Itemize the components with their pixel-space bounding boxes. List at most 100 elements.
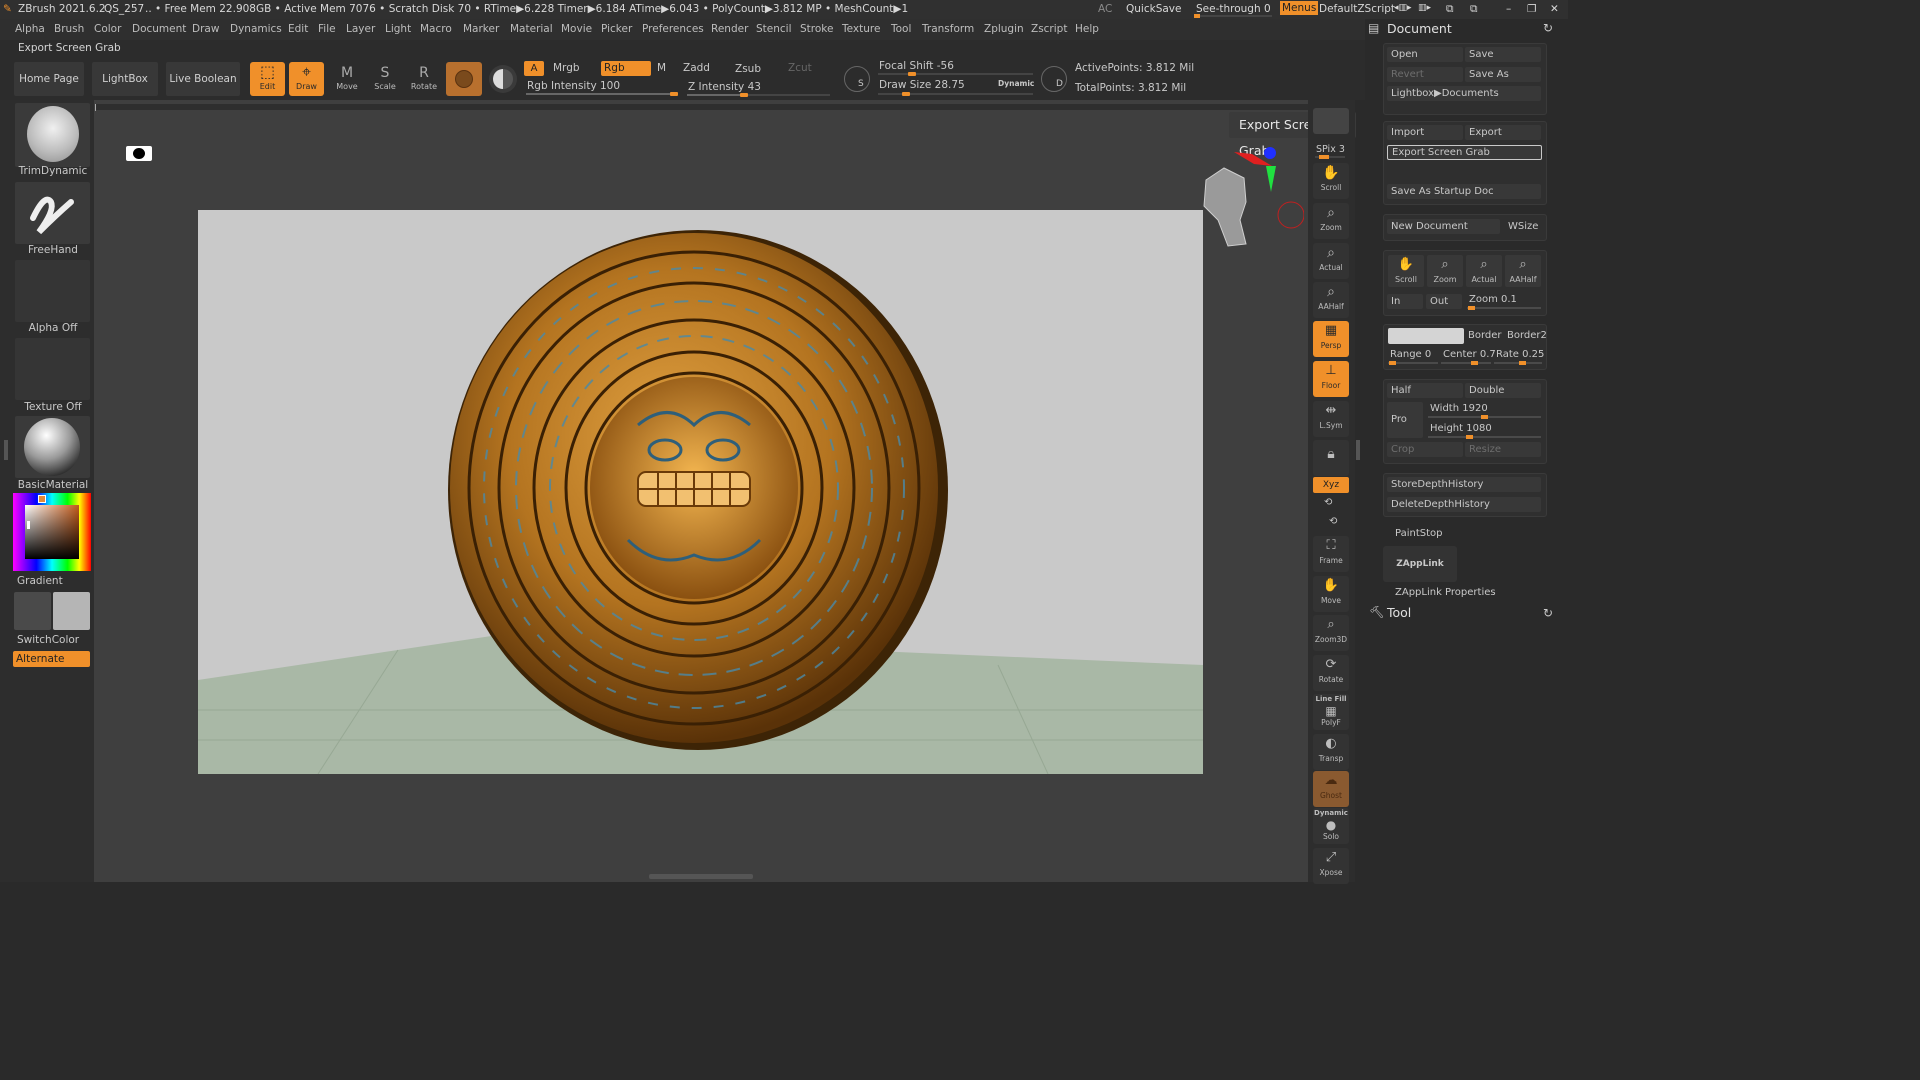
draw-size-toggle-icon[interactable]: D <box>1041 66 1067 92</box>
save-button[interactable]: Save <box>1465 47 1541 62</box>
half-button[interactable]: Half <box>1387 383 1463 398</box>
hue-marker[interactable] <box>38 495 46 503</box>
xpose-button[interactable]: ⤢ Xpose <box>1313 848 1349 884</box>
menu-file[interactable]: File <box>318 23 336 35</box>
center-slider-knob[interactable] <box>1471 361 1478 365</box>
color-saturation-square[interactable] <box>25 505 79 559</box>
menu-zplugin[interactable]: Zplugin <box>984 23 1024 35</box>
doc-scroll-button[interactable]: ✋ Scroll <box>1388 255 1424 287</box>
back-color-swatch[interactable] <box>1388 328 1464 344</box>
delete-depth-history-button[interactable]: DeleteDepthHistory <box>1387 497 1541 512</box>
focal-shift-knob[interactable] <box>908 72 916 76</box>
draw-size-knob[interactable] <box>902 92 910 96</box>
store-depth-history-button[interactable]: StoreDepthHistory <box>1387 477 1541 492</box>
open-button[interactable]: Open <box>1387 47 1463 62</box>
menus-button[interactable]: Menus <box>1280 1 1319 15</box>
new-document-button[interactable]: New Document <box>1387 219 1500 234</box>
left-splitter-handle[interactable] <box>4 440 8 460</box>
see-through-track[interactable] <box>1194 14 1272 18</box>
secondary-color-swatch[interactable] <box>53 592 90 630</box>
width-slider[interactable] <box>1428 415 1541 419</box>
menu-stencil[interactable]: Stencil <box>756 23 792 35</box>
menu-render[interactable]: Render <box>711 23 748 35</box>
persp-button[interactable]: ▦ Persp <box>1313 321 1349 357</box>
polyf-button[interactable]: Line Fill ▦ PolyF <box>1313 694 1349 730</box>
menu-macro[interactable]: Macro <box>420 23 452 35</box>
camera-indicator[interactable] <box>126 146 152 161</box>
menu-movie[interactable]: Movie <box>561 23 592 35</box>
menu-tool[interactable]: Tool <box>891 23 911 35</box>
paintstop-label[interactable]: PaintStop <box>1395 528 1442 539</box>
maximize-icon[interactable]: ❐ <box>1527 3 1536 15</box>
menu-help[interactable]: Help <box>1075 23 1099 35</box>
layout-toggle-icon[interactable]: ◂▥▸ <box>1394 3 1412 13</box>
scale-mode-button[interactable]: S Scale <box>368 64 402 96</box>
document-palette-title[interactable]: Document <box>1387 21 1452 36</box>
zoom-slider[interactable] <box>1467 306 1541 310</box>
ghost-button[interactable]: ☁ Ghost <box>1313 771 1349 807</box>
frame-button[interactable]: ⛶ Frame <box>1313 536 1349 572</box>
see-through-slider[interactable]: See-through 0 <box>1196 3 1271 15</box>
zoom-in-button[interactable]: In <box>1387 294 1423 309</box>
height-slider-knob[interactable] <box>1466 435 1473 439</box>
rotate-z-icon[interactable]: ⟲ <box>1329 516 1337 527</box>
wsize-button[interactable]: WSize <box>1508 221 1538 232</box>
range-slider[interactable] <box>1388 361 1438 365</box>
aahalf-view-button[interactable]: ⌕ AAHalf <box>1313 282 1349 318</box>
bpr-button[interactable] <box>1313 108 1349 134</box>
main-color-swatch[interactable] <box>14 592 51 630</box>
layout-toggle2-icon[interactable]: ▥▸ <box>1418 3 1431 13</box>
ac-label[interactable]: AC <box>1098 3 1112 15</box>
tool-palette-title[interactable]: Tool <box>1387 605 1411 620</box>
lock-button[interactable]: 🔒︎ <box>1313 440 1349 476</box>
switchcolor-button[interactable]: SwitchColor <box>17 634 95 646</box>
export-screen-grab-button[interactable]: Export Screen Grab <box>1387 145 1542 160</box>
alpha-thumbnail[interactable] <box>15 260 90 322</box>
bottom-tray-handle[interactable] <box>649 874 753 879</box>
import-button[interactable]: Import <box>1387 125 1463 140</box>
m-button[interactable]: M <box>657 62 666 74</box>
menu-texture[interactable]: Texture <box>842 23 880 35</box>
export-button[interactable]: Export <box>1465 125 1541 140</box>
width-slider-knob[interactable] <box>1481 415 1488 419</box>
zoom-slider-knob[interactable] <box>1468 306 1475 310</box>
palette-refresh-icon[interactable]: ↻ <box>1543 21 1553 35</box>
right-splitter-handle[interactable] <box>1356 440 1360 460</box>
navigation-gizmo[interactable] <box>1194 140 1305 250</box>
document-canvas[interactable] <box>198 210 1203 774</box>
stroke-type-button[interactable] <box>489 65 517 93</box>
menu-picker[interactable]: Picker <box>601 23 632 35</box>
draw-size-slider[interactable] <box>878 92 1033 96</box>
zcut-button[interactable]: Zcut <box>788 62 812 74</box>
alternate-button[interactable]: Alternate <box>13 651 90 667</box>
zsub-button[interactable]: Zsub <box>735 63 761 75</box>
menu-alpha[interactable]: Alpha <box>15 23 45 35</box>
rate-slider-knob[interactable] <box>1519 361 1526 365</box>
draw-mode-button[interactable]: ⌖ Draw <box>289 62 324 96</box>
zoom3d-button[interactable]: ⌕ Zoom3D <box>1313 615 1349 651</box>
menu-color[interactable]: Color <box>94 23 121 35</box>
menu-document[interactable]: Document <box>132 23 186 35</box>
rotate-mode-button[interactable]: R Rotate <box>407 64 441 96</box>
height-slider[interactable] <box>1428 435 1541 439</box>
rate-slider[interactable] <box>1494 361 1542 365</box>
zapplink-properties-label[interactable]: ZAppLink Properties <box>1395 587 1496 598</box>
dynamic-toggle[interactable]: Dynamic <box>998 79 1034 88</box>
material-sphere-button[interactable] <box>446 62 482 96</box>
border-button[interactable]: Border <box>1468 330 1502 341</box>
menu-edit[interactable]: Edit <box>288 23 308 35</box>
doc-zoom-button[interactable]: ⌕ Zoom <box>1427 255 1463 287</box>
color-picker[interactable] <box>13 493 91 571</box>
color-marker[interactable] <box>27 521 30 529</box>
focal-shift-slider[interactable] <box>878 72 1033 76</box>
scroll-view-button[interactable]: ✋ Scroll <box>1313 163 1349 199</box>
actual-view-button[interactable]: ⌕ Actual <box>1313 243 1349 279</box>
z-intensity-slider[interactable] <box>687 93 830 97</box>
menu-marker[interactable]: Marker <box>463 23 499 35</box>
material-thumbnail[interactable] <box>15 416 90 478</box>
lightbox-button[interactable]: LightBox <box>92 62 158 96</box>
rgb-button[interactable]: Rgb <box>601 61 651 76</box>
close-icon[interactable]: ✕ <box>1550 3 1559 15</box>
edit-mode-button[interactable]: ⬚ Edit <box>250 62 285 96</box>
zoom-out-button[interactable]: Out <box>1426 294 1462 309</box>
